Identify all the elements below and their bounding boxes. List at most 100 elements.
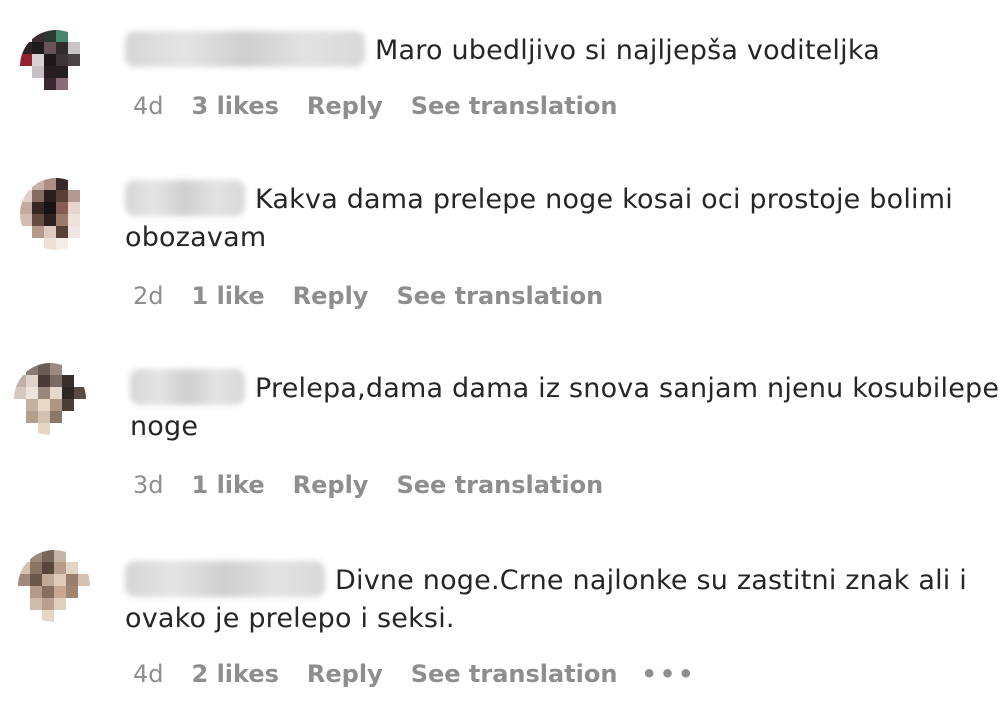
avatar-pixel	[26, 363, 38, 375]
avatar-pixel	[44, 202, 56, 214]
avatar-pixel	[26, 387, 38, 399]
likes-count[interactable]: 2 likes	[192, 660, 279, 688]
avatar-pixel	[56, 226, 68, 238]
comment-time[interactable]: 3d	[133, 471, 164, 499]
avatar-pixel	[32, 90, 44, 102]
avatar-pixel	[20, 90, 32, 102]
avatar-pixel	[26, 375, 38, 387]
avatar-pixel	[32, 238, 44, 250]
avatar-pixel	[68, 78, 80, 90]
avatar-pixel	[66, 562, 78, 574]
comment-meta: 4d 2 likes Reply See translation •••	[133, 660, 697, 688]
comment-meta: 4d 3 likes Reply See translation	[133, 92, 617, 120]
avatar-pixel	[14, 411, 26, 423]
avatar-pixel	[42, 574, 54, 586]
likes-count[interactable]: 1 like	[192, 471, 265, 499]
avatar-pixel	[44, 214, 56, 226]
comment-text-row: Prelepa,dama dama iz snova sanjam njenu …	[130, 369, 1000, 446]
likes-count[interactable]: 3 likes	[192, 92, 279, 120]
avatar-pixel	[32, 226, 44, 238]
avatar-pixel	[32, 78, 44, 90]
avatar-pixel	[66, 610, 78, 622]
avatar-pixel	[68, 66, 80, 78]
avatar-pixel	[80, 42, 92, 54]
avatar-pixel	[14, 423, 26, 435]
avatar-pixel	[56, 54, 68, 66]
avatar-pixel	[44, 30, 56, 42]
avatar[interactable]	[20, 178, 92, 250]
avatar-pixel	[38, 399, 50, 411]
comment-body: Divne noge.Crne najlonke su zastitni zna…	[125, 561, 1000, 638]
avatar-pixel	[44, 238, 56, 250]
avatar-pixel	[80, 78, 92, 90]
avatar-pixel	[44, 190, 56, 202]
reply-button[interactable]: Reply	[293, 471, 369, 499]
avatar-pixel	[42, 550, 54, 562]
avatar-pixel	[14, 399, 26, 411]
avatar-pixel	[68, 214, 80, 226]
reply-button[interactable]: Reply	[307, 92, 383, 120]
comment-text: Prelepa,dama dama iz snova sanjam njenu …	[130, 373, 1000, 442]
avatar-pixel	[78, 586, 90, 598]
avatar-pixel	[54, 610, 66, 622]
reply-button[interactable]: Reply	[307, 660, 383, 688]
avatar-pixel	[44, 226, 56, 238]
avatar-pixel	[14, 387, 26, 399]
avatar-pixel	[56, 178, 68, 190]
avatar-pixel	[56, 214, 68, 226]
avatar-pixel	[66, 574, 78, 586]
avatar-pixel	[20, 214, 32, 226]
see-translation-button[interactable]: See translation	[396, 282, 603, 310]
avatar-pixel	[50, 399, 62, 411]
avatar-pixel	[32, 42, 44, 54]
likes-count[interactable]: 1 like	[192, 282, 265, 310]
avatar[interactable]	[14, 363, 86, 435]
avatar-pixel	[78, 598, 90, 610]
avatar-pixel	[56, 30, 68, 42]
avatar[interactable]	[18, 550, 90, 622]
comment-time[interactable]: 2d	[133, 282, 164, 310]
avatar-pixel	[68, 226, 80, 238]
reply-button[interactable]: Reply	[293, 282, 369, 310]
avatar-pixel	[80, 214, 92, 226]
see-translation-button[interactable]: See translation	[396, 471, 603, 499]
avatar-pixel	[30, 562, 42, 574]
comment-time[interactable]: 4d	[133, 660, 164, 688]
comment-time[interactable]: 4d	[133, 92, 164, 120]
avatar-pixel	[18, 598, 30, 610]
username-blurred[interactable]	[125, 180, 245, 216]
avatar-pixel	[38, 387, 50, 399]
avatar-pixel	[56, 42, 68, 54]
avatar-pixel	[74, 375, 86, 387]
avatar-pixel	[54, 562, 66, 574]
see-translation-button[interactable]: See translation	[411, 92, 618, 120]
avatar-pixel	[62, 411, 74, 423]
more-options-icon[interactable]: •••	[641, 660, 696, 688]
avatar-pixel	[32, 190, 44, 202]
avatar-pixel	[68, 238, 80, 250]
see-translation-button[interactable]: See translation	[411, 660, 618, 688]
avatar-pixel	[32, 30, 44, 42]
avatar-pixel	[32, 202, 44, 214]
username-blurred[interactable]	[130, 369, 245, 405]
username-blurred[interactable]	[125, 31, 365, 67]
avatar-pixel	[66, 586, 78, 598]
avatar-pixel	[78, 574, 90, 586]
avatar-pixel	[42, 598, 54, 610]
avatar-pixel	[38, 375, 50, 387]
avatar-pixel	[20, 54, 32, 66]
avatar[interactable]	[20, 30, 92, 102]
avatar-pixel	[20, 178, 32, 190]
avatar-pixel	[20, 66, 32, 78]
avatar-pixel	[54, 598, 66, 610]
avatar-pixel	[78, 562, 90, 574]
avatar-pixel	[54, 574, 66, 586]
username-blurred[interactable]	[125, 561, 325, 597]
avatar-pixel	[66, 598, 78, 610]
comment-meta: 3d 1 like Reply See translation	[133, 471, 603, 499]
avatar-pixel	[18, 550, 30, 562]
avatar-pixel	[56, 202, 68, 214]
avatar-pixel	[18, 574, 30, 586]
comment-text-row: Kakva dama prelepe noge kosai oci prosto…	[125, 180, 1000, 257]
avatar-pixel	[44, 42, 56, 54]
